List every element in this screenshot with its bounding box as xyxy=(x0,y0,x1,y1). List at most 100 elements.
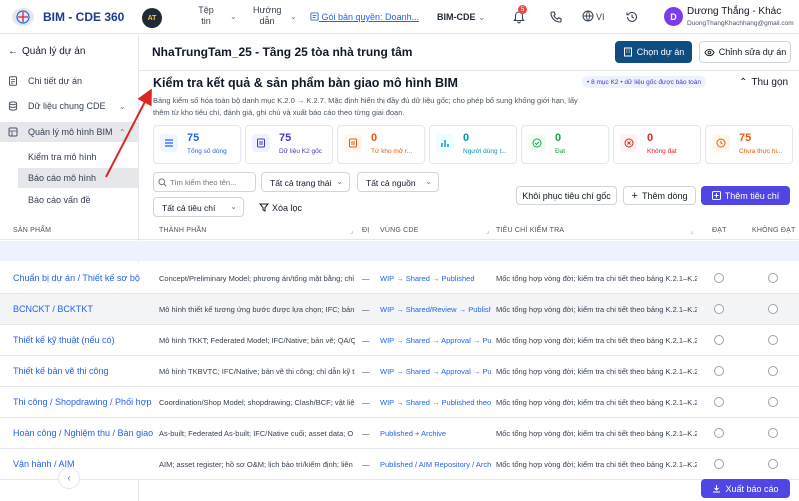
col-pass[interactable]: ĐẠT xyxy=(712,227,727,234)
x-circle-icon xyxy=(620,134,638,152)
app-logo-icon[interactable] xyxy=(12,8,34,26)
sidebar-item-model-report[interactable]: Báo cáo mô hình xyxy=(28,173,96,183)
product-link[interactable]: Thiết kế bản vẽ thi công xyxy=(13,366,153,376)
column-resize-handle[interactable]: ⌟ xyxy=(690,227,693,235)
dk-cell: — xyxy=(362,305,370,314)
stat-passed: 0 Đạt xyxy=(521,125,609,164)
table-row[interactable]: Thi công / Shopdrawing / Phối hợp Coordi… xyxy=(0,387,799,418)
pass-radio[interactable] xyxy=(714,304,724,314)
search-input[interactable] xyxy=(170,176,254,189)
product-link[interactable]: Chuẩn bị dự án / Thiết kế sơ bộ xyxy=(13,273,153,283)
fail-radio[interactable] xyxy=(768,335,778,345)
criteria-cell: Mốc tổng hợp vòng đời; kiểm tra chi tiết… xyxy=(496,398,697,407)
criteria-filter[interactable]: Tất cả tiêu chí ⌄ xyxy=(153,197,244,217)
sidebar-item-model-check[interactable]: Kiểm tra mô hình xyxy=(28,152,97,162)
stat-failed: 0 Không đạt xyxy=(613,125,701,164)
group-header-band xyxy=(0,241,799,261)
source-filter[interactable]: Tất cả nguồn ⌄ xyxy=(357,172,439,192)
table-row[interactable]: Chuẩn bị dự án / Thiết kế sơ bộ Concept/… xyxy=(0,263,799,294)
pass-radio[interactable] xyxy=(714,273,724,283)
export-report-button[interactable]: Xuất báo cáo xyxy=(701,479,790,498)
app-name: BIM - CDE 360 xyxy=(43,10,125,24)
component-cell: Mô hình TKBVTC; IFC/Native; bản vẽ thi c… xyxy=(159,367,355,376)
document-icon xyxy=(9,76,17,86)
chevron-down-icon: ⌄ xyxy=(230,202,237,211)
history-icon[interactable] xyxy=(625,10,639,24)
collapse-section-button[interactable]: ⌃ Thu gọn xyxy=(739,77,788,88)
status-badge: • 8 mục K2 • dữ liệu gốc được bảo toàn xyxy=(582,76,706,88)
section-description: Bảng kiểm số hóa toàn bộ danh mục K.2.0 … xyxy=(153,96,578,117)
column-resize-handle[interactable]: ⌟ xyxy=(486,227,489,235)
component-cell: Mô hình thiết kế tương ứng bước được lựa… xyxy=(159,305,355,314)
fail-radio[interactable] xyxy=(768,273,778,283)
col-product[interactable]: SẢN PHẨM xyxy=(13,227,51,234)
pass-radio[interactable] xyxy=(714,428,724,438)
product-selector[interactable]: BIM-CDE ⌄ xyxy=(437,12,486,23)
table-row[interactable]: Thiết kế kỹ thuật (nếu có) Mô hình TKKT;… xyxy=(0,325,799,356)
phone-icon[interactable] xyxy=(549,10,563,24)
product-link[interactable]: Thi công / Shopdrawing / Phối hợp xyxy=(13,397,153,407)
file-menu[interactable]: Tệp tin xyxy=(195,5,217,27)
cde-zone-cell: WIP → Shared → Approval → Published xyxy=(380,336,491,345)
fail-radio[interactable] xyxy=(768,397,778,407)
pass-radio[interactable] xyxy=(714,397,724,407)
user-name[interactable]: Dương Thắng - Khác xyxy=(687,6,781,17)
pass-radio[interactable] xyxy=(714,459,724,469)
language-selector[interactable]: VI xyxy=(596,12,605,22)
database-icon xyxy=(8,101,18,111)
avatar[interactable]: D xyxy=(664,7,683,26)
cde-zone-cell: Published / AIM Repository / Archive xyxy=(380,460,491,469)
fail-radio[interactable] xyxy=(768,428,778,438)
col-dk[interactable]: ĐỊ xyxy=(362,227,369,234)
pass-radio[interactable] xyxy=(714,366,724,376)
sidebar-item-project-details[interactable]: Chi tiết dự án xyxy=(0,71,138,91)
fail-radio[interactable] xyxy=(768,304,778,314)
cde-zone-cell: Published + Archive xyxy=(380,429,447,438)
add-criteria-button[interactable]: Thêm tiêu chí xyxy=(701,186,790,205)
product-link[interactable]: Thiết kế kỹ thuật (nếu có) xyxy=(13,335,153,345)
table-row[interactable]: Hoàn công / Nghiệm thu / Bàn giao As-bui… xyxy=(0,418,799,449)
pass-radio[interactable] xyxy=(714,335,724,345)
col-component[interactable]: THÀNH PHẦN xyxy=(159,227,207,234)
product-link[interactable]: Hoàn công / Nghiệm thu / Bàn giao xyxy=(13,428,153,438)
brand-logo-icon: AT xyxy=(142,8,162,28)
dk-cell: — xyxy=(362,398,370,407)
dk-cell: — xyxy=(362,274,370,283)
fail-radio[interactable] xyxy=(768,459,778,469)
globe-icon[interactable] xyxy=(582,10,594,22)
restore-criteria-button[interactable]: Khôi phục tiêu chí gốc xyxy=(516,186,617,205)
chevron-down-icon: ⌄ xyxy=(425,177,432,186)
product-link[interactable]: Vận hành / AIM xyxy=(13,459,153,469)
edit-project-button[interactable]: Chỉnh sửa dự án xyxy=(699,41,791,63)
clear-filters-button[interactable]: Xóa lọc xyxy=(258,203,302,213)
product-link[interactable]: BCNCKT / BCKTKT xyxy=(13,304,153,314)
section-title: Kiểm tra kết quả & sản phẩm bàn giao mô … xyxy=(153,76,458,90)
chevron-down-icon: ⌄ xyxy=(230,12,237,21)
dk-cell: — xyxy=(362,429,370,438)
filter-clear-icon xyxy=(258,203,270,212)
table-row[interactable]: Vận hành / AIM AIM; asset register; hồ s… xyxy=(0,449,799,480)
table-row[interactable]: Thiết kế bản vẽ thi công Mô hình TKBVTC;… xyxy=(0,356,799,387)
cde-zone-cell: WIP → Shared → Approval → Published xyxy=(380,367,491,376)
component-cell: AIM; asset register; hồ sơ O&M; lịch bảo… xyxy=(159,460,355,469)
sidebar-item-bim-management[interactable]: Quản lý mô hình BIM ⌃ xyxy=(0,122,138,142)
col-criteria[interactable]: TIÊU CHÍ KIỂM TRA xyxy=(496,227,564,234)
cde-zone-cell: WIP → Shared → Published theo xyxy=(380,398,491,407)
table-row[interactable]: BCNCKT / BCKTKT Mô hình thiết kế tương ứ… xyxy=(0,294,799,325)
license-link[interactable]: Gói bản quyền: Doanh... xyxy=(310,12,419,22)
criteria-cell: Mốc tổng hợp vòng đời; kiểm tra chi tiết… xyxy=(496,429,697,438)
col-cde-zone[interactable]: VÙNG CDE xyxy=(380,227,419,234)
collapse-sidebar-button[interactable]: ‹ xyxy=(58,467,80,489)
dk-cell: — xyxy=(362,367,370,376)
choose-project-button[interactable]: Chọn dự án xyxy=(615,41,692,63)
column-resize-handle[interactable]: ⌟ xyxy=(350,227,353,235)
status-filter[interactable]: Tất cả trạng thái ⌄ xyxy=(261,172,350,192)
col-fail[interactable]: KHÔNG ĐẠT xyxy=(752,227,795,234)
sidebar-item-issue-report[interactable]: Báo cáo vấn đề xyxy=(28,195,91,205)
fail-radio[interactable] xyxy=(768,366,778,376)
add-row-button[interactable]: + Thêm dòng xyxy=(623,186,696,205)
back-to-projects[interactable]: ← Quản lý dự án xyxy=(8,46,85,57)
sidebar-item-cde-data[interactable]: Dữ liệu chung CDE ⌄ xyxy=(0,96,138,116)
guide-menu[interactable]: Hướng dẫn xyxy=(253,5,281,27)
divider xyxy=(139,70,799,71)
